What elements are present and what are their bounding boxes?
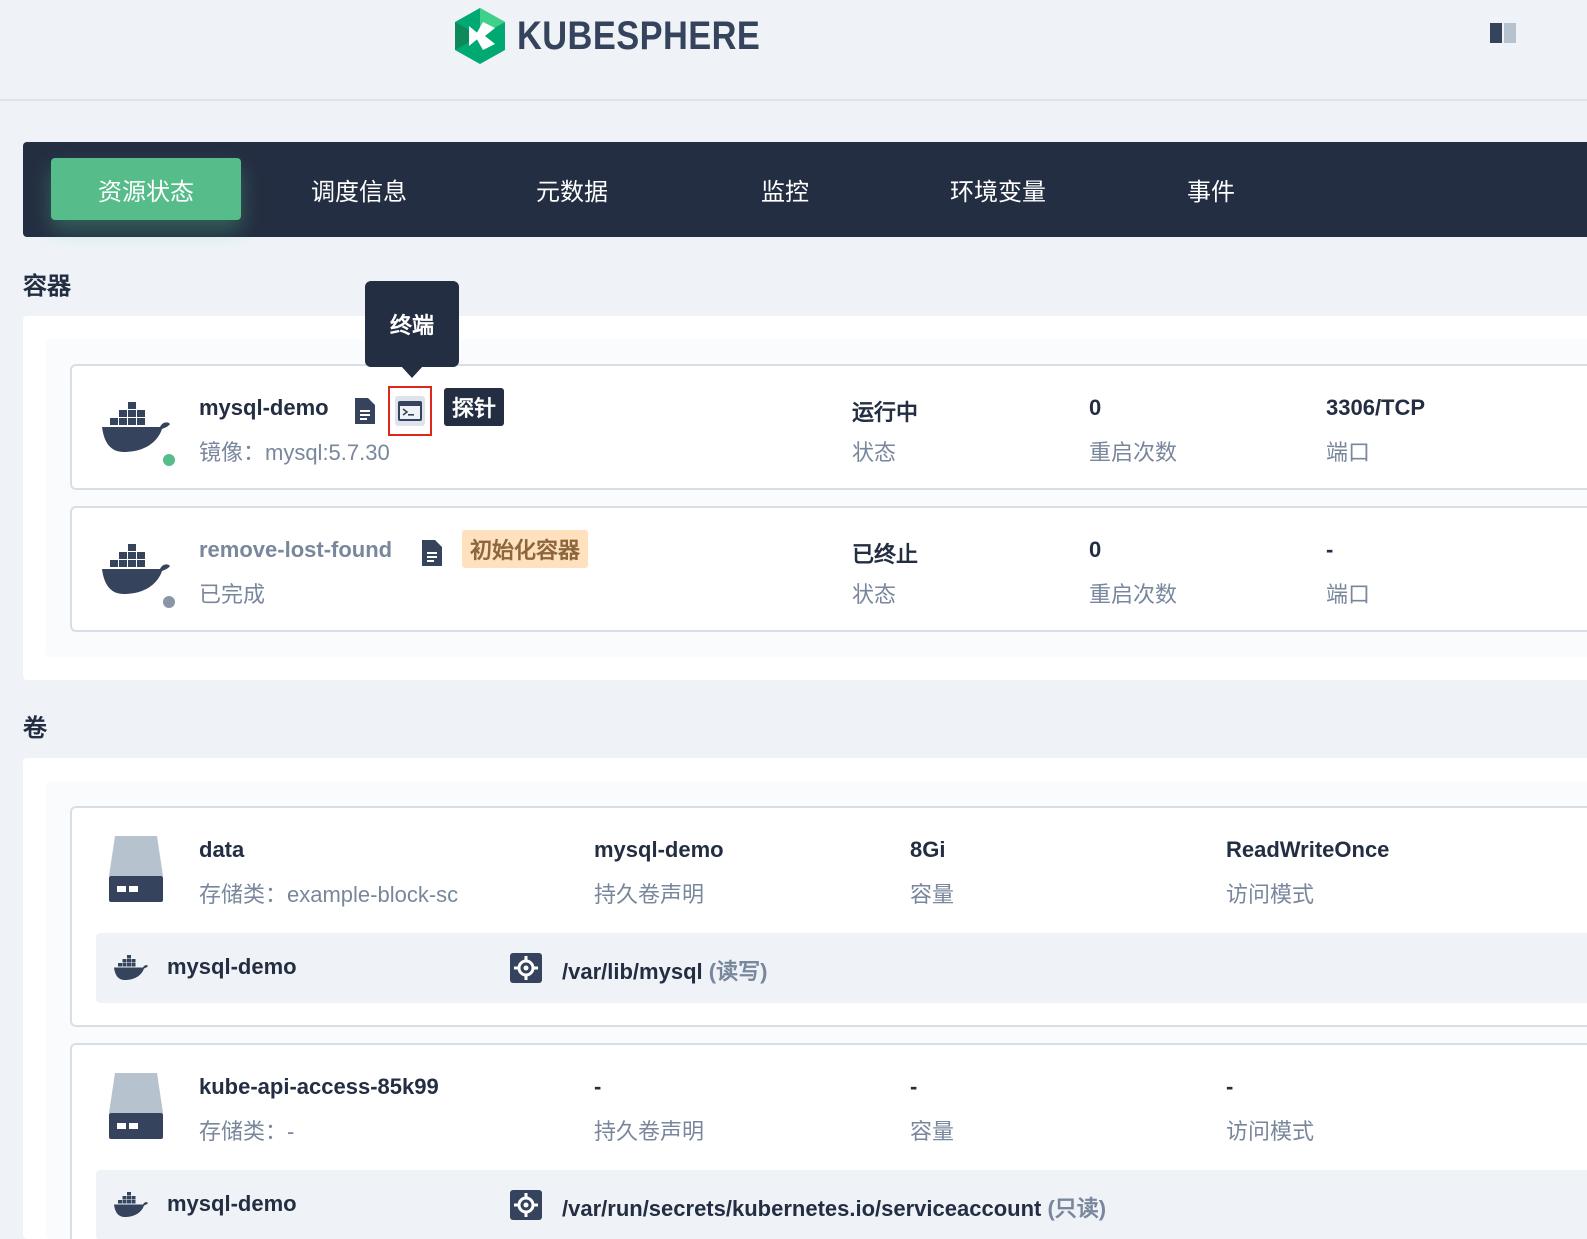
volume-name[interactable]: kube-api-access-85k99	[199, 1074, 439, 1100]
tab-scheduling[interactable]: 调度信息	[264, 158, 454, 220]
capacity-value: -	[910, 1074, 918, 1099]
tab-resource-status[interactable]: 资源状态	[51, 158, 241, 220]
mount-container-name[interactable]: mysql-demo	[167, 1191, 297, 1217]
mount-gear-icon	[510, 1190, 542, 1220]
ports-label: 端口	[1326, 582, 1371, 607]
docker-icon	[102, 544, 170, 594]
access-mode-value: -	[1226, 1074, 1234, 1099]
probe-tag: 探针	[444, 388, 505, 426]
mount-mode: (读写)	[708, 959, 768, 984]
docker-icon	[114, 955, 148, 980]
logo-text: KUBESPHERE	[517, 13, 761, 58]
volume-card-data[interactable]: data 存储类：example-block-sc mysql-demo 持久卷…	[70, 806, 1587, 1027]
pvc-label: 持久卷声明	[594, 1119, 705, 1144]
status-value: 运行中	[852, 400, 919, 425]
pvc-value[interactable]: mysql-demo	[594, 837, 724, 863]
pvc-label: 持久卷声明	[594, 882, 705, 907]
volume-mount-row: mysql-demo /var/run/secrets/kubernetes.i…	[96, 1170, 1587, 1239]
capacity-label: 容量	[910, 1119, 955, 1144]
container-card-mysql-demo[interactable]: mysql-demo 探针 镜像：mysql:5.7.30 运行中 状态 0 重…	[70, 364, 1587, 490]
volume-name[interactable]: data	[199, 837, 244, 863]
docker-icon	[102, 402, 170, 452]
restarts-value: 0	[1089, 395, 1102, 420]
detail-tabs: 资源状态 调度信息 元数据 监控 环境变量 事件	[23, 142, 1587, 237]
mount-path-text: /var/lib/mysql	[562, 959, 703, 984]
ports-value: 3306/TCP	[1326, 395, 1426, 420]
access-mode-value: ReadWriteOnce	[1226, 837, 1390, 862]
ports-label: 端口	[1326, 440, 1371, 465]
restarts-value: 0	[1089, 537, 1102, 562]
access-mode-label: 访问模式	[1226, 1119, 1315, 1144]
logo[interactable]: KUBESPHERE	[455, 8, 800, 64]
tab-monitoring[interactable]: 监控	[690, 158, 880, 220]
status-value: 已终止	[852, 542, 919, 567]
capacity-value: 8Gi	[910, 837, 946, 862]
storage-class: 存储类：-	[199, 1119, 295, 1144]
tab-metadata[interactable]: 元数据	[477, 158, 667, 220]
access-mode-label: 访问模式	[1226, 882, 1315, 907]
container-state: 已完成	[199, 582, 266, 607]
file-icon[interactable]	[422, 540, 442, 566]
terminal-icon	[398, 401, 422, 421]
container-name[interactable]: remove-lost-found	[199, 537, 392, 563]
top-header: KUBESPHERE	[0, 0, 1587, 101]
volume-mount-row: mysql-demo /var/lib/mysql (读写)	[96, 933, 1587, 1003]
container-card-remove-lost-found[interactable]: remove-lost-found 初始化容器 已完成 已终止 状态 0 重启次…	[70, 506, 1587, 632]
ports-value: -	[1326, 537, 1334, 562]
container-image: 镜像：mysql:5.7.30	[199, 440, 390, 465]
kubesphere-logo-icon	[455, 8, 505, 64]
restarts-label: 重启次数	[1089, 582, 1178, 607]
init-container-tag: 初始化容器	[462, 530, 589, 568]
disk-icon	[109, 1073, 163, 1139]
mount-gear-icon	[510, 953, 542, 983]
pvc-value: -	[594, 1074, 602, 1099]
running-status-dot	[161, 452, 177, 468]
mount-path: /var/lib/mysql (读写)	[562, 954, 767, 986]
mount-path-text: /var/run/secrets/kubernetes.io/serviceac…	[562, 1196, 1042, 1221]
restarts-label: 重启次数	[1089, 440, 1178, 465]
docker-icon	[114, 1192, 148, 1217]
storage-class: 存储类：example-block-sc	[199, 882, 459, 907]
container-name[interactable]: mysql-demo	[199, 395, 329, 421]
capacity-label: 容量	[910, 882, 955, 907]
status-label: 状态	[852, 582, 897, 607]
tab-events[interactable]: 事件	[1116, 158, 1306, 220]
containers-title: 容器	[23, 273, 71, 300]
file-icon[interactable]	[355, 398, 375, 424]
terminal-tooltip: 终端	[365, 281, 459, 367]
terminated-status-dot	[161, 594, 177, 610]
book-icon[interactable]	[1490, 23, 1518, 43]
terminal-button[interactable]	[388, 386, 432, 436]
tooltip-arrow	[401, 366, 423, 378]
disk-icon	[109, 836, 163, 902]
volumes-title: 卷	[23, 715, 47, 742]
status-label: 状态	[852, 440, 897, 465]
mount-mode: (只读)	[1047, 1196, 1107, 1221]
mount-container-name[interactable]: mysql-demo	[167, 954, 297, 980]
volume-card-kube-api-access[interactable]: kube-api-access-85k99 存储类：- - 持久卷声明 - 容量…	[70, 1043, 1587, 1239]
mount-path: /var/run/secrets/kubernetes.io/serviceac…	[562, 1191, 1106, 1223]
tab-env-variables[interactable]: 环境变量	[903, 158, 1093, 220]
